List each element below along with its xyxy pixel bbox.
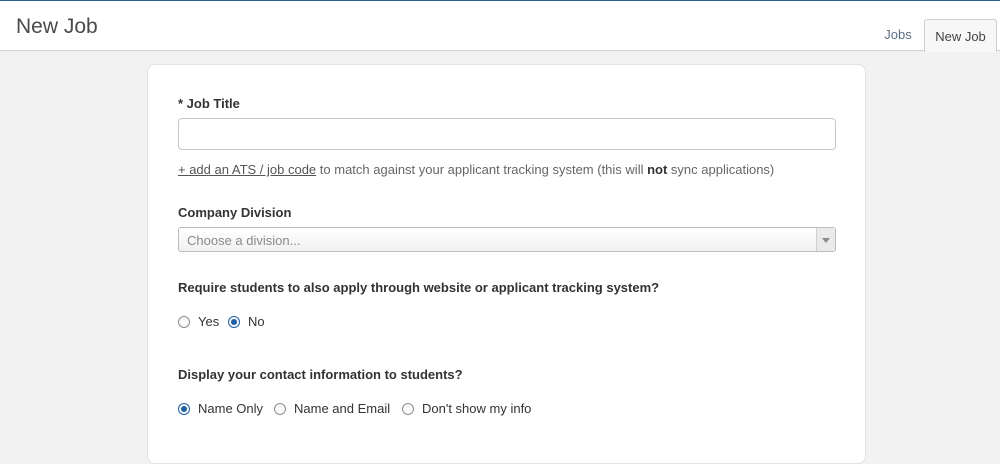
job-title-input[interactable] [178, 118, 836, 150]
radio-name-and-email-label: Name and Email [294, 401, 391, 416]
radio-name-only-label: Name Only [198, 401, 264, 416]
radio-name-and-email[interactable] [274, 403, 286, 415]
radio-dont-show-label: Don't show my info [422, 401, 532, 416]
chevron-down-icon [822, 238, 830, 243]
radio-dont-show[interactable] [402, 403, 414, 415]
display-contact-label: Display your contact information to stud… [178, 367, 463, 382]
tab-new-job[interactable]: New Job [924, 19, 997, 52]
company-division-placeholder: Choose a division... [187, 233, 301, 248]
ats-helper-text-after: sync applications) [667, 162, 775, 177]
radio-yes[interactable] [178, 316, 190, 328]
ats-helper-text-before: to match against your applicant tracking… [316, 162, 648, 177]
ats-helper-text: + add an ATS / job code to match against… [178, 162, 774, 177]
page-header: New Job Jobs New Job [0, 1, 1000, 52]
dropdown-toggle[interactable] [816, 228, 835, 251]
tab-jobs[interactable]: Jobs [872, 19, 924, 51]
company-division-select[interactable]: Choose a division... [178, 227, 836, 252]
job-title-label: * Job Title [178, 96, 240, 111]
radio-name-only[interactable] [178, 403, 190, 415]
radio-no[interactable] [228, 316, 240, 328]
company-division-label: Company Division [178, 205, 292, 220]
require-apply-label: Require students to also apply through w… [178, 280, 660, 295]
new-job-form-card: * Job Title + add an ATS / job code to m… [147, 64, 866, 464]
ats-helper-bold: not [647, 162, 668, 177]
page-title: New Job [16, 15, 98, 38]
add-ats-job-code-link[interactable]: + add an ATS / job code [178, 162, 316, 177]
radio-yes-label: Yes [198, 314, 220, 329]
radio-no-label: No [248, 314, 265, 329]
